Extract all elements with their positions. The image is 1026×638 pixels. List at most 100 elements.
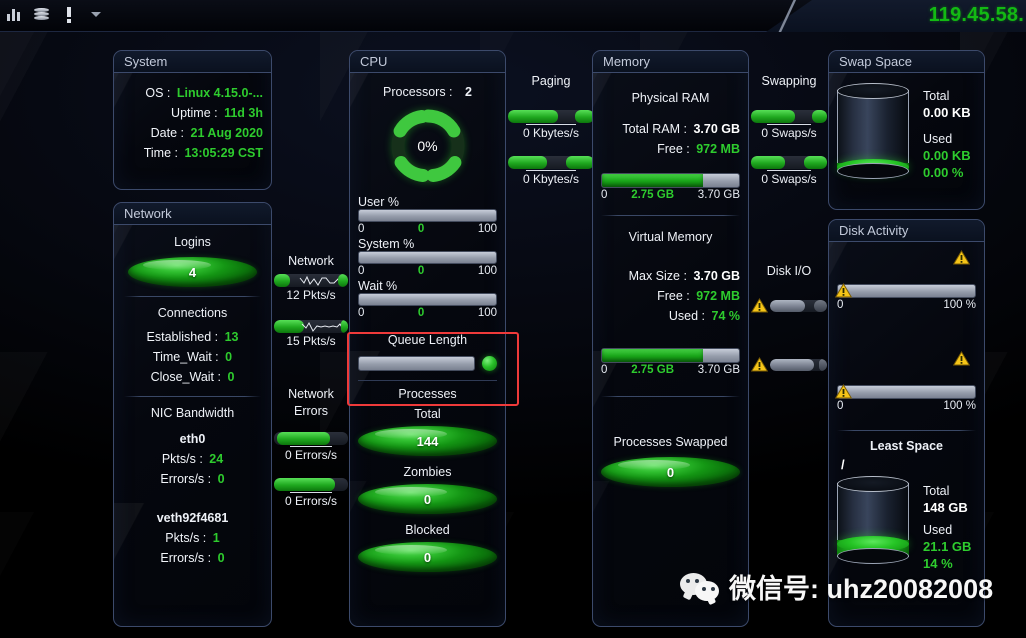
virtual-free-value: 972 MB [696, 289, 740, 303]
nic-name: veth92f4681 [156, 511, 229, 525]
nic-pkts-value: 24 [209, 452, 224, 466]
cpu-panel: CPU Processors : 2 0% User % 0 0 100 Sys… [349, 50, 506, 627]
memory-panel: Memory Physical RAM Total RAM : 3.70 GB … [592, 50, 749, 627]
top-toolbar: 119.45.58. [0, 0, 1026, 32]
date-label: Date : [150, 126, 185, 140]
processes-swapped-value: 0 [666, 464, 675, 480]
physical-ram-scale: 0 2.75 GB 3.70 GB [601, 189, 740, 201]
nic-pkts-label: Pkts/s : [165, 531, 207, 545]
dropdown-caret-icon[interactable] [87, 4, 105, 24]
swap-used-percent: 0.00 % [923, 165, 964, 180]
time-wait-value: 0 [225, 350, 233, 364]
network-errors-caption: 0 Errors/s [284, 494, 337, 508]
swap-used-label: Used [923, 132, 953, 146]
cpu-wait-label: Wait % [358, 279, 398, 293]
processes-blocked-label: Blocked [405, 523, 450, 537]
uptime-label: Uptime : [171, 106, 218, 120]
network-panel-title: Network [114, 203, 271, 225]
established-value: 13 [224, 330, 239, 344]
paging-column-title: Paging [531, 74, 571, 88]
queue-length-label: Queue Length [387, 333, 468, 347]
memory-row: Free : 972 MB [601, 139, 740, 159]
nic-bandwidth-label: NIC Bandwidth [150, 406, 235, 420]
processes-total-gauge: 144 [358, 426, 497, 456]
processors-row: Processors : 2 [358, 85, 497, 99]
network-column: Network 12 Pkts/s 15 Pkts/s Network Erro… [274, 254, 348, 508]
nic-pkts-value: 1 [212, 531, 220, 545]
swapping-bar: 0 Swaps/s [751, 156, 827, 186]
network-trace-icon [299, 275, 348, 286]
close-wait-value: 0 [227, 370, 235, 384]
notch-edge-decoration [762, 0, 812, 32]
warning-triangle-icon [751, 357, 768, 372]
nic-name: eth0 [179, 432, 206, 446]
virtual-free-label: Free : [657, 289, 690, 303]
time-label: Time : [143, 146, 178, 160]
network-errors-bar: 0 Errors/s [274, 478, 348, 508]
system-panel: System OS : Linux 4.15.0-... Uptime : 11… [113, 50, 272, 190]
nic-stat-row: Errors/s : 0 [122, 548, 263, 568]
virtual-used-label: Used : [668, 309, 706, 323]
least-space-total-label: Total [923, 484, 950, 498]
connection-row: Close_Wait : 0 [122, 367, 263, 387]
least-space-used-value: 21.1 GB [923, 539, 972, 554]
logins-gauge: 4 [128, 257, 257, 287]
os-value: Linux 4.15.0-... [176, 86, 263, 100]
swap-total-value: 0.00 KB [923, 105, 971, 120]
free-ram-label: Free : [657, 142, 690, 156]
divider [124, 396, 261, 397]
close-wait-label: Close_Wait : [150, 370, 221, 384]
dashboard-stage: System OS : Linux 4.15.0-... Uptime : 11… [0, 32, 1026, 638]
wechat-watermark: 微信号: uhz20082008 [680, 567, 993, 606]
paging-bar: 0 Kbytes/s [508, 110, 594, 140]
date-value: 21 Aug 2020 [190, 126, 264, 140]
alert-icon[interactable] [60, 4, 78, 24]
database-icon[interactable] [33, 4, 51, 24]
network-trace-icon [301, 321, 348, 332]
network-pkts-bar: 15 Pkts/s [274, 320, 348, 348]
network-errors-title: Network Errors [288, 387, 334, 418]
processes-zombies-label: Zombies [403, 465, 452, 479]
swapping-column: Swapping 0 Swaps/s 0 Swaps/s [751, 74, 827, 186]
network-errors-bar: 0 Errors/s [274, 432, 348, 462]
nic-stat-row: Pkts/s : 1 [122, 528, 263, 548]
queue-length-meter [358, 356, 475, 371]
virtual-used-value: 74 % [711, 309, 741, 323]
warning-triangle-icon [835, 283, 852, 298]
max-size-value: 3.70 GB [693, 269, 740, 283]
processors-value: 2 [465, 85, 472, 99]
connection-row: Time_Wait : 0 [122, 347, 263, 367]
least-space-used-label: Used [923, 523, 953, 537]
disk-activity-scale: 0 100 % [837, 400, 976, 412]
bar-chart-icon[interactable] [6, 4, 24, 24]
least-space-cylinder [837, 476, 909, 564]
network-pkts-caption: 15 Pkts/s [286, 334, 336, 348]
processes-total-label: Total [414, 407, 441, 421]
swap-space-cylinder [837, 83, 909, 179]
nic-stat-row: Errors/s : 0 [122, 469, 263, 489]
logins-value: 4 [188, 264, 197, 280]
processes-swapped-label: Processes Swapped [613, 435, 728, 449]
system-row: Date : 21 Aug 2020 [122, 123, 263, 143]
least-space-total-value: 148 GB [923, 500, 968, 515]
warning-triangle-icon [835, 384, 852, 399]
cpu-user-meter [358, 209, 497, 222]
nic-errors-label: Errors/s : [160, 472, 212, 486]
disk-io-column-title: Disk I/O [766, 264, 812, 278]
physical-ram-meter [601, 173, 740, 188]
least-space-label: Least Space [870, 439, 943, 453]
virtual-memory-meter [601, 348, 740, 363]
wechat-logo-icon [680, 571, 720, 603]
paging-caption: 0 Kbytes/s [522, 126, 580, 140]
cpu-usage-gauge: 0% [385, 103, 471, 189]
disk-io-bar [751, 298, 827, 313]
memory-row: Free : 972 MB [601, 286, 740, 306]
queue-status-led [482, 356, 497, 371]
warning-triangle-icon [751, 298, 768, 313]
memory-row: Used : 74 % [601, 306, 740, 326]
cpu-wait-scale: 0 0 100 [358, 307, 497, 319]
memory-row: Total RAM : 3.70 GB [601, 119, 740, 139]
paging-caption: 0 Kbytes/s [522, 172, 580, 186]
free-ram-value: 972 MB [696, 142, 740, 156]
paging-column: Paging 0 Kbytes/s 0 Kbytes/s [508, 74, 594, 186]
